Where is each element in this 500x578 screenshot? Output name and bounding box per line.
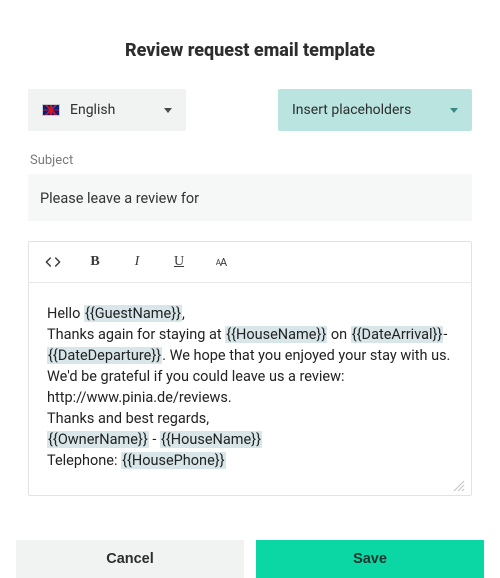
uk-flag-icon: [42, 104, 60, 116]
chevron-down-icon: [450, 108, 458, 113]
placeholder-housephone: {{HousePhone}}: [121, 452, 226, 469]
placeholder-housename: {{HouseName}}: [160, 431, 262, 448]
body-textarea[interactable]: Hello {{GuestName}}, Thanks again for st…: [29, 283, 471, 495]
body-text: Thanks and best regards,: [47, 408, 453, 429]
placeholder-guestname: {{GuestName}}: [84, 305, 182, 322]
placeholder-housename: {{HouseName}}: [225, 326, 327, 343]
placeholder-select-label: Insert placeholders: [292, 102, 450, 118]
code-icon: [45, 254, 61, 270]
body-text: ,: [182, 305, 185, 322]
subject-value: Please leave a review for: [40, 190, 199, 207]
editor: B I U AA Hello {{GuestName}}, Thanks aga…: [28, 241, 472, 496]
font-size-button[interactable]: AA: [211, 252, 231, 272]
italic-button[interactable]: I: [127, 252, 147, 272]
language-select[interactable]: English: [28, 89, 186, 131]
language-select-label: English: [70, 102, 164, 118]
body-text: -: [149, 431, 160, 448]
body-text: on: [327, 326, 350, 343]
subject-input[interactable]: Please leave a review for: [28, 174, 472, 221]
bold-button[interactable]: B: [85, 252, 105, 272]
cancel-button[interactable]: Cancel: [16, 540, 244, 578]
selector-row: English Insert placeholders: [28, 89, 472, 131]
save-button[interactable]: Save: [256, 540, 484, 578]
body-text: Hello: [47, 305, 84, 322]
body-text: -: [443, 326, 447, 343]
underline-button[interactable]: U: [169, 252, 189, 272]
placeholder-datedeparture: {{DateDeparture}}: [47, 347, 162, 364]
editor-toolbar: B I U AA: [29, 242, 471, 283]
code-view-button[interactable]: [43, 252, 63, 272]
placeholder-datearrival: {{DateArrival}}: [351, 326, 444, 343]
subject-label: Subject: [30, 153, 472, 168]
placeholder-ownername: {{OwnerName}}: [47, 431, 149, 448]
chevron-down-icon: [164, 108, 172, 113]
page-title: Review request email template: [28, 40, 472, 61]
resize-handle-icon[interactable]: [453, 477, 465, 489]
body-text: Telephone:: [47, 452, 121, 469]
body-text: Thanks again for staying at: [47, 326, 225, 343]
placeholder-select[interactable]: Insert placeholders: [278, 89, 472, 131]
button-row: Cancel Save: [0, 540, 500, 578]
